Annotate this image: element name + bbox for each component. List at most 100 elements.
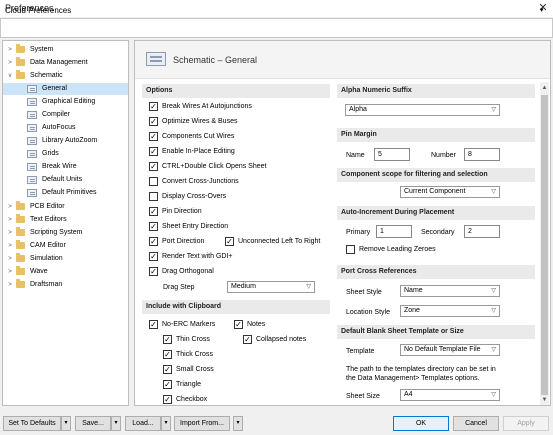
- chevron-down-icon: ▽: [306, 284, 311, 290]
- tree-item-default-primitives[interactable]: Default Primitives: [3, 187, 128, 199]
- unconnected-checkbox[interactable]: ✓: [225, 237, 234, 246]
- tree-item-break-wire[interactable]: Break Wire: [3, 161, 128, 173]
- tree-item-compiler[interactable]: Compiler: [3, 109, 128, 121]
- import-menu-button[interactable]: ▾: [233, 416, 243, 431]
- inplace-editing-checkbox[interactable]: ✓: [149, 147, 158, 156]
- notes-label: Notes: [247, 321, 266, 328]
- auto-increment-heading: Auto-Increment During Placement: [337, 206, 535, 220]
- sheet-entry-checkbox[interactable]: ✓: [149, 222, 158, 231]
- scope-heading: Component scope for filtering and select…: [337, 168, 535, 182]
- chevron-right-icon[interactable]: >: [6, 266, 14, 278]
- ok-button[interactable]: OK: [393, 416, 449, 431]
- port-cross-heading: Port Cross References: [337, 265, 535, 279]
- checkbox-marker-checkbox[interactable]: ✓: [163, 395, 172, 404]
- page-title: Schematic – General: [173, 55, 258, 65]
- scroll-down-icon[interactable]: ▼: [540, 397, 549, 403]
- pin-direction-checkbox[interactable]: ✓: [149, 207, 158, 216]
- template-dropdown[interactable]: No Default Template File ▽: [400, 344, 500, 356]
- scroll-up-icon[interactable]: ▲: [540, 85, 549, 91]
- thick-cross-checkbox[interactable]: ✓: [163, 350, 172, 359]
- alpha-suffix-dropdown[interactable]: Alpha ▽: [345, 104, 500, 116]
- thin-cross-checkbox[interactable]: ✓: [163, 335, 172, 344]
- alpha-suffix-value: Alpha: [349, 106, 367, 113]
- optimize-wires-checkbox[interactable]: ✓: [149, 117, 158, 126]
- template-value: No Default Template File: [404, 346, 481, 353]
- page-icon: [27, 163, 37, 171]
- tree-item-grids[interactable]: Grids: [3, 148, 128, 160]
- thin-cross-label: Thin Cross: [176, 336, 210, 343]
- tree-item-text-editors[interactable]: > Text Editors: [3, 214, 128, 226]
- component-scope-dropdown[interactable]: Current Component ▽: [400, 186, 500, 198]
- chevron-right-icon[interactable]: >: [6, 44, 14, 56]
- sheet-style-dropdown[interactable]: Name ▽: [400, 285, 500, 297]
- triangle-checkbox[interactable]: ✓: [163, 380, 172, 389]
- tree-item-simulation[interactable]: > Simulation: [3, 253, 128, 265]
- chevron-down-icon[interactable]: v: [6, 70, 14, 82]
- components-cut-checkbox[interactable]: ✓: [149, 132, 158, 141]
- primary-input[interactable]: 1: [376, 225, 412, 238]
- drag-orthogonal-checkbox[interactable]: ✓: [149, 267, 158, 276]
- ctrl-dblclick-checkbox[interactable]: ✓: [149, 162, 158, 171]
- tree-item-draftsman[interactable]: > Draftsman: [3, 279, 128, 291]
- tree-item-graphical-editing[interactable]: Graphical Editing: [3, 96, 128, 108]
- no-erc-label: No-ERC Markers: [162, 321, 216, 328]
- tree-item-data-management[interactable]: > Data Management: [3, 57, 128, 69]
- collapsed-notes-label: Collapsed notes: [256, 336, 307, 343]
- chevron-right-icon[interactable]: >: [6, 214, 14, 226]
- pin-number-input[interactable]: 8: [464, 148, 500, 161]
- set-defaults-menu-button[interactable]: ▾: [61, 416, 71, 431]
- tree-item-general[interactable]: General: [3, 83, 128, 95]
- chevron-right-icon[interactable]: >: [6, 253, 14, 265]
- port-direction-checkbox[interactable]: ✓: [149, 237, 158, 246]
- tree-item-autofocus[interactable]: AutoFocus: [3, 122, 128, 134]
- collapsed-notes-checkbox[interactable]: ✓: [243, 335, 252, 344]
- tree-item-schematic[interactable]: v Schematic: [3, 70, 128, 82]
- cloud-preferences-dropdown[interactable]: [0, 18, 553, 38]
- chevron-right-icon[interactable]: >: [6, 240, 14, 252]
- save-button[interactable]: Save...: [75, 416, 111, 431]
- pin-name-input[interactable]: 5: [374, 148, 410, 161]
- tree-item-scripting-system[interactable]: > Scripting System: [3, 227, 128, 239]
- remove-zeroes-checkbox[interactable]: [346, 245, 355, 254]
- tree-label: Data Management: [30, 59, 88, 66]
- chevron-right-icon[interactable]: >: [6, 57, 14, 69]
- tree-label: AutoFocus: [42, 124, 76, 131]
- display-cross-checkbox[interactable]: [149, 192, 158, 201]
- secondary-input[interactable]: 2: [464, 225, 500, 238]
- notes-checkbox[interactable]: ✓: [234, 320, 243, 329]
- scrollbar-thumb[interactable]: [541, 95, 548, 395]
- apply-button[interactable]: Apply: [503, 416, 549, 431]
- tree-label: Draftsman: [30, 281, 63, 288]
- schematic-page-icon: [146, 52, 166, 66]
- convert-cross-checkbox[interactable]: [149, 177, 158, 186]
- small-cross-checkbox[interactable]: ✓: [163, 365, 172, 374]
- sheet-size-value: A4: [404, 391, 413, 398]
- tree-item-library-autozoom[interactable]: Library AutoZoom: [3, 135, 128, 147]
- break-wires-checkbox[interactable]: ✓: [149, 102, 158, 111]
- template-path-note-2: the Data Management> Templates options.: [346, 375, 480, 382]
- load-menu-button[interactable]: ▾: [161, 416, 171, 431]
- cancel-button[interactable]: Cancel: [453, 416, 499, 431]
- tree-item-wave[interactable]: > Wave: [3, 266, 128, 278]
- chevron-right-icon[interactable]: >: [6, 279, 14, 291]
- tree-item-cam-editor[interactable]: > CAM Editor: [3, 240, 128, 252]
- triangle-label: Triangle: [176, 381, 202, 388]
- location-style-dropdown[interactable]: Zone ▽: [400, 305, 500, 317]
- set-to-defaults-button[interactable]: Set To Defaults: [3, 416, 61, 431]
- tree-label: Graphical Editing: [42, 98, 96, 105]
- page-icon: [27, 150, 37, 158]
- chevron-right-icon[interactable]: >: [6, 201, 14, 213]
- tree-item-default-units[interactable]: Default Units: [3, 174, 128, 186]
- tree-item-pcb-editor[interactable]: > PCB Editor: [3, 201, 128, 213]
- sheet-size-dropdown[interactable]: A4 ▽: [400, 389, 500, 401]
- import-from-button[interactable]: Import From...: [174, 416, 230, 431]
- load-button[interactable]: Load...: [125, 416, 161, 431]
- chevron-right-icon[interactable]: >: [6, 227, 14, 239]
- render-gdi-checkbox[interactable]: ✓: [149, 252, 158, 261]
- save-menu-button[interactable]: ▾: [111, 416, 121, 431]
- tree-label: Compiler: [42, 111, 71, 118]
- page-icon: [27, 124, 37, 132]
- tree-item-system[interactable]: > System: [3, 44, 128, 56]
- drag-step-dropdown[interactable]: Medium ▽: [227, 281, 315, 293]
- no-erc-checkbox[interactable]: ✓: [149, 320, 158, 329]
